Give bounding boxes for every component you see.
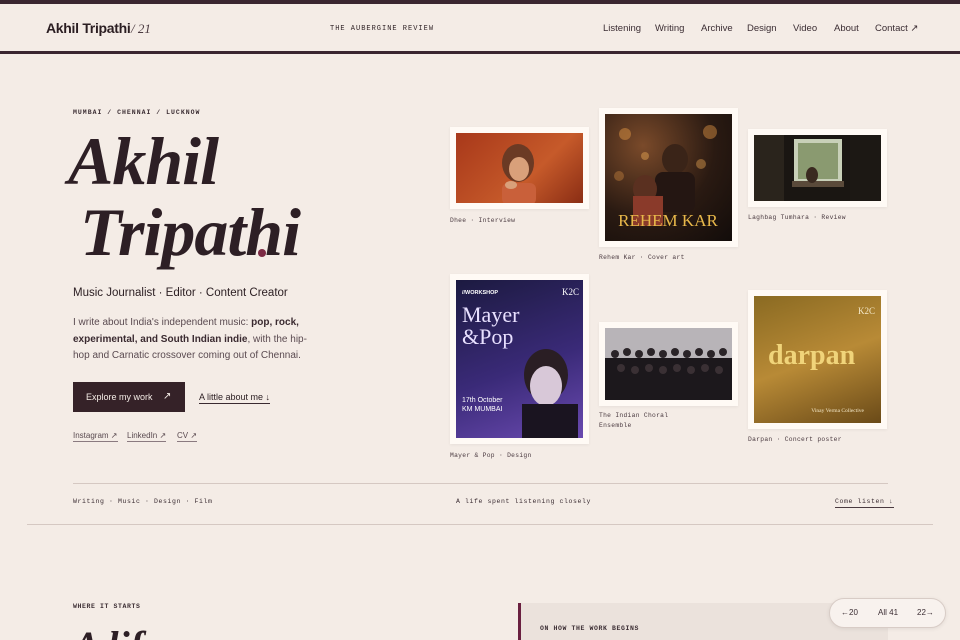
issue-pager: ←20 All 41 22→ [829, 598, 946, 628]
mayer-pop-tag: //WORKSHOP [462, 290, 498, 296]
panel-label: ON HOW THE WORK BEGINS [540, 625, 640, 632]
gallery-item-darpan[interactable]: K2C darpan Vinay Verma Collective [748, 290, 887, 429]
hero-name-first: Akhil [68, 123, 219, 199]
gallery-item-dhee[interactable] [450, 127, 589, 209]
brand-name[interactable]: Akhil Tripathi [46, 20, 131, 36]
cv-link[interactable]: CV ↗ [177, 431, 198, 442]
caption-mayer-pop: Mayer & Pop · Design [450, 452, 532, 459]
next-issue-button[interactable]: 22→ [917, 608, 934, 617]
all-issues-button[interactable]: All 41 [878, 608, 898, 617]
come-listen-link[interactable]: Come listen ↓ [835, 498, 894, 508]
publication-name: THE AUBERGINE REVIEW [330, 25, 435, 33]
caption-rehem-kar: Rehem Kar · Cover art [599, 254, 685, 261]
nav-listening[interactable]: Listening [603, 23, 641, 34]
section-eyebrow: WHERE IT STARTS [73, 603, 141, 610]
laghbag-still [754, 135, 881, 201]
mayer-pop-date: 17th October [462, 397, 503, 404]
mayer-pop-place: KM MUMBAI [462, 406, 503, 413]
issue-number: / 21 [131, 21, 151, 36]
bio-text: I write about India's independent music:… [73, 317, 307, 361]
gallery-item-rehem-kar[interactable]: REHEM KAR [599, 108, 738, 247]
rehem-kar-cover: REHEM KAR [605, 114, 732, 241]
nav-writing[interactable]: Writing [655, 23, 684, 34]
caption-choral: The Indian Choral Ensemble [599, 412, 669, 429]
nav-contact[interactable]: Contact ↗ [875, 23, 918, 34]
disciplines-list: Writing · Music · Design · Film [73, 498, 213, 505]
tagline: A life spent listening closely [456, 498, 592, 505]
nav-design[interactable]: Design [747, 23, 777, 34]
darpan-credit: Vinay Verma Collective [811, 408, 864, 414]
gallery-item-choral[interactable] [599, 322, 738, 406]
section-heading: A life ... [73, 622, 201, 640]
gallery-item-mayer-pop[interactable]: //WORKSHOP K2C Mayer &Pop 17th October K… [450, 274, 589, 444]
arrow-up-right-icon: ↗ [163, 391, 172, 402]
mayer-pop-title-2: &Pop [462, 324, 513, 349]
site-header: Akhil Tripathi / 21 THE AUBERGINE REVIEW… [0, 4, 960, 54]
previous-issue-button[interactable]: ←20 [841, 608, 858, 617]
darpan-poster: K2C darpan Vinay Verma Collective [754, 296, 881, 423]
caption-laghbag: Laghbag Tumhara · Review [748, 214, 846, 221]
section-divider [27, 524, 933, 525]
linkedin-link[interactable]: LinkedIn ↗ [127, 431, 167, 442]
darpan-logo: K2C [858, 306, 875, 316]
mayer-pop-poster: //WORKSHOP K2C Mayer &Pop 17th October K… [456, 280, 583, 438]
dhee-photo [456, 133, 583, 203]
darpan-art-text: darpan [768, 340, 856, 371]
divider [73, 483, 888, 484]
choral-group-photo [605, 328, 732, 400]
roles-line: Music Journalist · Editor · Content Crea… [73, 287, 288, 299]
location-line: MUMBAI / CHENNAI / LUCKNOW [73, 109, 201, 116]
caption-darpan: Darpan · Concert poster [748, 436, 842, 443]
rehem-kar-art-text: REHEM KAR [618, 211, 718, 230]
caption-dhee: Dhee · Interview [450, 217, 516, 224]
nav-about[interactable]: About [834, 23, 859, 34]
nav-archive[interactable]: Archive [701, 23, 733, 34]
about-link[interactable]: A little about me ↓ [199, 392, 271, 404]
mayer-pop-logo: K2C [562, 287, 579, 297]
instagram-link[interactable]: Instagram ↗ [73, 431, 118, 442]
accent-dot [258, 249, 266, 257]
hero-name-last: Tripathi [80, 194, 301, 270]
gallery-item-laghbag[interactable] [748, 129, 887, 207]
nav-video[interactable]: Video [793, 23, 817, 34]
